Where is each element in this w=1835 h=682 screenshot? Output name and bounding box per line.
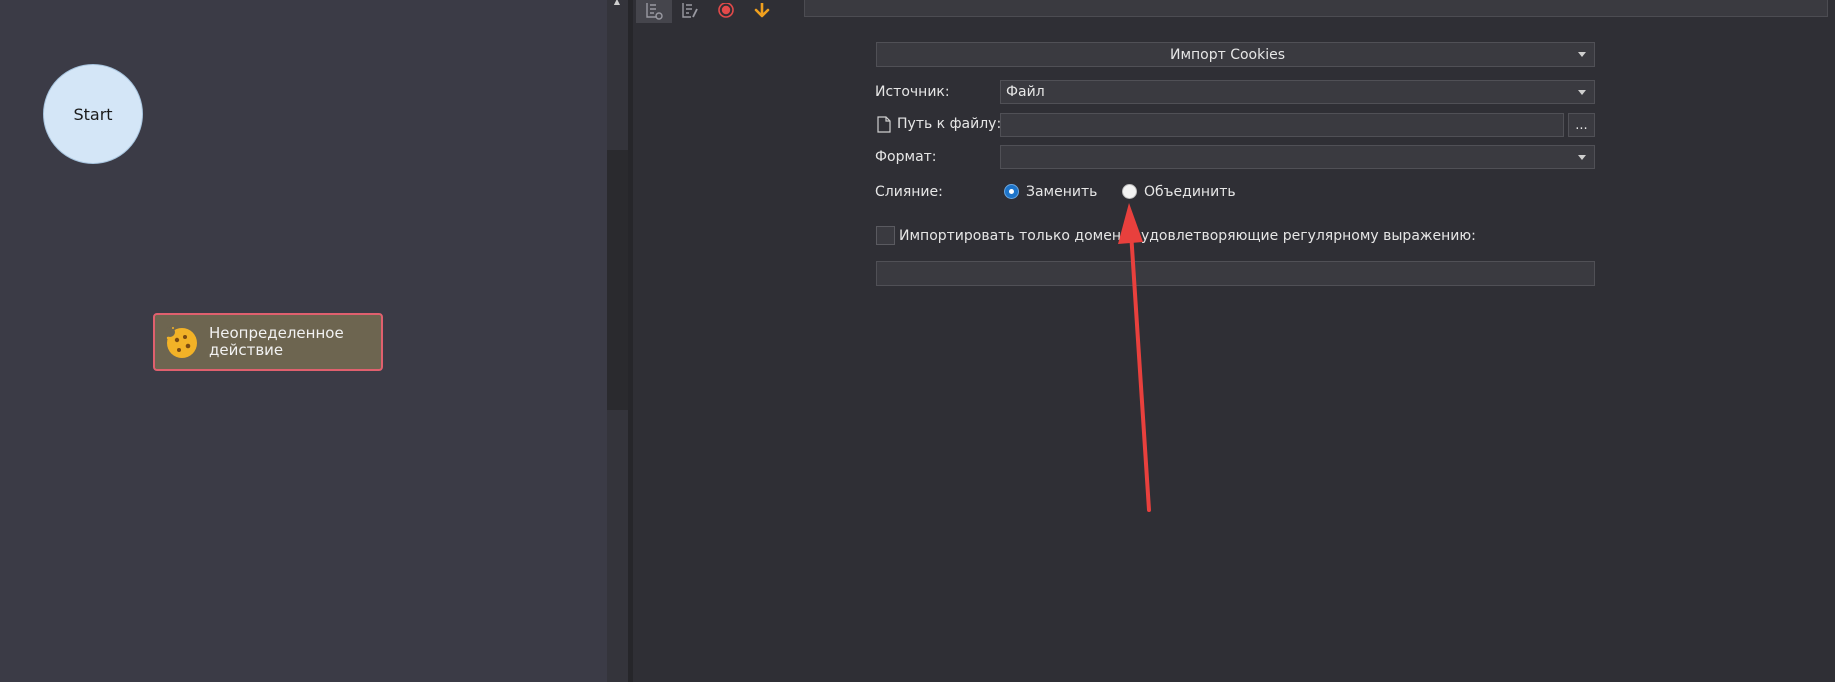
list-settings-icon — [646, 2, 663, 20]
domain-filter-checkbox[interactable] — [876, 226, 895, 245]
chevron-down-icon — [1578, 52, 1586, 57]
properties-toolbar — [636, 0, 780, 23]
file-icon — [877, 116, 891, 133]
record-button[interactable] — [708, 0, 744, 23]
move-down-button[interactable] — [744, 0, 780, 23]
format-label: Формат: — [875, 149, 937, 165]
arrow-down-icon — [754, 2, 770, 17]
merge-combine-label[interactable]: Объединить — [1144, 184, 1236, 200]
list-edit-button[interactable] — [672, 0, 708, 23]
list-settings-button[interactable] — [636, 0, 672, 23]
merge-replace-radio[interactable] — [1004, 184, 1019, 199]
source-select[interactable]: Файл — [1000, 80, 1595, 104]
list-edit-icon — [682, 2, 698, 18]
source-label: Источник: — [875, 84, 950, 100]
file-path-input[interactable] — [1000, 113, 1564, 137]
chevron-down-icon — [1578, 89, 1586, 95]
record-icon — [718, 2, 734, 18]
merge-label: Слияние: — [875, 184, 943, 200]
toolbar-description-field[interactable] — [804, 0, 1828, 17]
workflow-canvas[interactable]: Start Неопределенное действие — [0, 0, 607, 682]
cookie-icon — [165, 327, 197, 358]
action-type-value: Импорт Cookies — [1169, 46, 1286, 63]
canvas-scrollbar-thumb[interactable] — [607, 150, 628, 410]
domain-filter-label[interactable]: Импортировать только домены, удовлетворя… — [899, 228, 1476, 244]
undefined-action-node[interactable]: Неопределенное действие — [153, 313, 383, 371]
source-value: Файл — [1006, 84, 1045, 100]
action-node-label-line2: действие — [209, 341, 284, 359]
scroll-up-arrow-icon[interactable]: ▲ — [611, 0, 623, 6]
file-path-label: Путь к файлу: — [897, 116, 1002, 132]
action-type-select[interactable]: Импорт Cookies — [876, 42, 1595, 67]
browse-file-button[interactable]: ... — [1568, 113, 1595, 137]
browse-button-label: ... — [1575, 117, 1588, 133]
merge-replace-label[interactable]: Заменить — [1026, 184, 1097, 200]
start-node[interactable]: Start — [43, 64, 143, 164]
start-node-label: Start — [73, 104, 113, 124]
chevron-down-icon — [1578, 154, 1586, 160]
domain-regex-input[interactable] — [876, 261, 1595, 286]
merge-combine-radio[interactable] — [1122, 184, 1137, 199]
format-select[interactable] — [1000, 145, 1595, 169]
action-node-label-line1: Неопределенное — [209, 324, 344, 342]
